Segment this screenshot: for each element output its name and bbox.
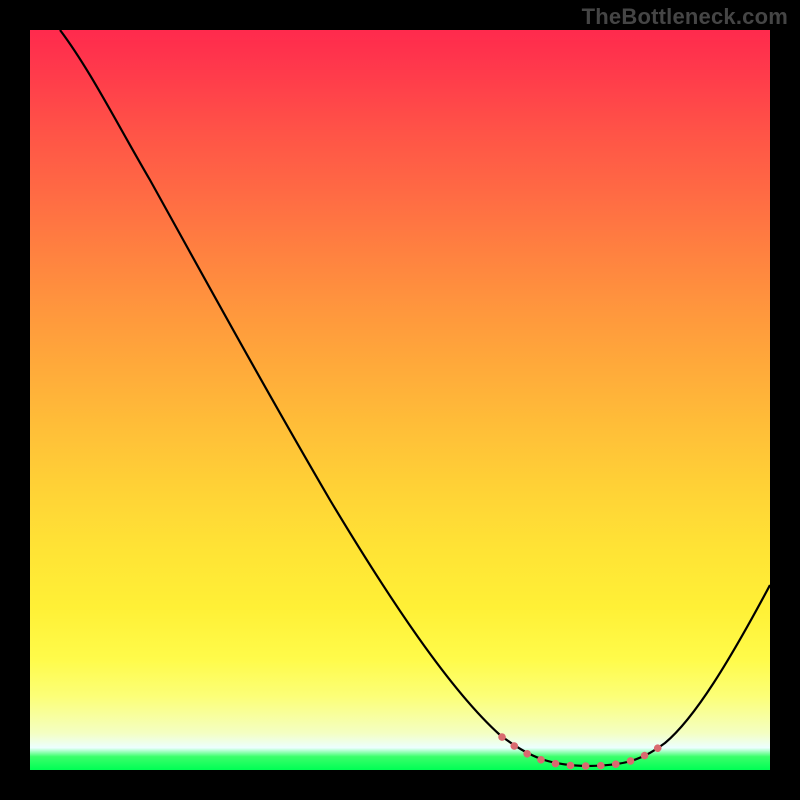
curve-line: [60, 30, 770, 766]
optimal-range-marker: [502, 737, 658, 766]
chart-frame: TheBottleneck.com: [0, 0, 800, 800]
plot-area: [30, 30, 770, 770]
bottleneck-curve: [30, 30, 770, 770]
watermark-text: TheBottleneck.com: [582, 4, 788, 30]
